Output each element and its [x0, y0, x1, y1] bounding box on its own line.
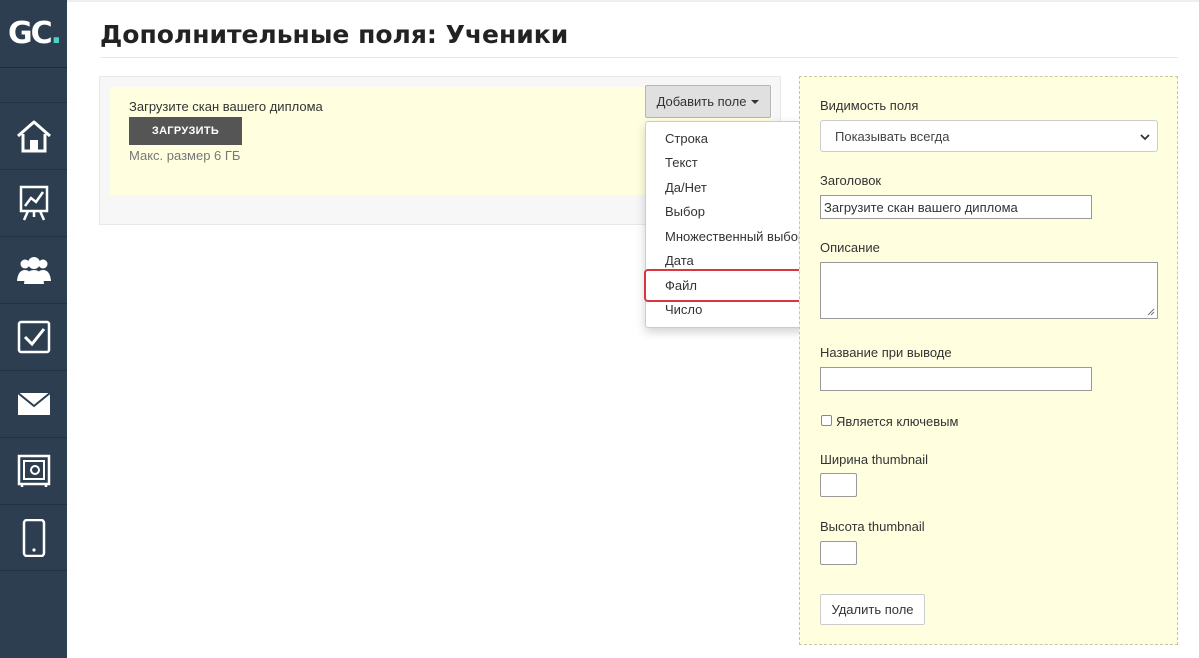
thumb-width-input[interactable]: [820, 473, 857, 497]
safe-icon: [17, 454, 50, 487]
top-border: [67, 0, 1199, 2]
sidebar-item-tasks[interactable]: [0, 303, 67, 370]
description-textarea[interactable]: [820, 262, 1158, 319]
logo-text: GC.: [8, 16, 62, 51]
menu-item-date[interactable]: Дата: [665, 253, 694, 268]
sidebar-item-messages[interactable]: [0, 370, 67, 437]
visibility-value: Показывать всегда: [835, 128, 950, 144]
chevron-down-icon: [1140, 134, 1150, 141]
file-option-highlight: [644, 269, 804, 302]
visibility-select[interactable]: Показывать всегда: [820, 120, 1158, 152]
delete-field-button[interactable]: Удалить поле: [820, 594, 925, 625]
sidebar-item-safe[interactable]: [0, 437, 67, 504]
page-title: Дополнительные поля: Ученики: [100, 20, 569, 49]
caret-down-icon: [751, 99, 760, 104]
output-name-label: Название при выводе: [820, 345, 952, 360]
add-field-label: Добавить поле: [656, 94, 747, 109]
menu-item-number[interactable]: Число: [665, 302, 702, 317]
description-label: Описание: [820, 240, 880, 255]
sidebar: GC.: [0, 0, 67, 658]
sidebar-item-users[interactable]: [0, 236, 67, 303]
is-key-checkbox[interactable]: [821, 415, 832, 426]
logo[interactable]: GC.: [0, 0, 67, 68]
menu-item-text[interactable]: Текст: [665, 155, 698, 170]
checkbox-icon: [17, 320, 50, 354]
thumb-height-input[interactable]: [820, 541, 857, 565]
home-icon: [16, 120, 51, 153]
visibility-label: Видимость поля: [820, 98, 919, 113]
envelope-icon: [16, 392, 51, 415]
add-field-button[interactable]: Добавить поле: [645, 85, 771, 118]
title-label: Заголовок: [820, 173, 882, 188]
menu-item-multiple-choice[interactable]: Множественный выбор: [665, 229, 805, 244]
thumb-width-label: Ширина thumbnail: [820, 452, 929, 467]
menu-item-choice[interactable]: Выбор: [665, 204, 705, 219]
resize-handle-icon[interactable]: [1147, 308, 1155, 316]
thumb-height-label: Высота thumbnail: [820, 519, 925, 534]
field-preview-label: Загрузите скан вашего диплома: [129, 99, 323, 114]
title-input[interactable]: Загрузите скан вашего диплома: [820, 195, 1092, 219]
is-key-label: Является ключевым: [836, 414, 959, 429]
output-name-input[interactable]: [820, 367, 1092, 391]
menu-item-string[interactable]: Строка: [665, 131, 708, 146]
title-divider: [100, 57, 1178, 58]
sidebar-item-analytics[interactable]: [0, 169, 67, 236]
max-size-hint: Макс. размер 6 ГБ: [129, 148, 241, 163]
users-icon: [16, 257, 51, 284]
chart-board-icon: [19, 185, 48, 221]
sidebar-item-mobile[interactable]: [0, 504, 67, 571]
phone-icon: [22, 518, 45, 557]
upload-button[interactable]: ЗАГРУЗИТЬ: [129, 117, 242, 145]
sidebar-item-home[interactable]: [0, 102, 67, 169]
menu-item-yes-no[interactable]: Да/Нет: [665, 180, 707, 195]
